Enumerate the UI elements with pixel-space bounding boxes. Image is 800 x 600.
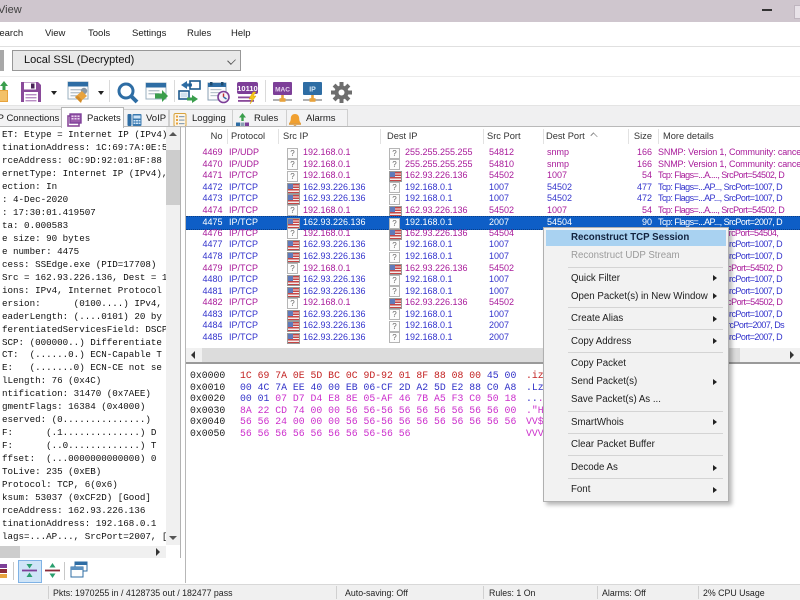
svg-text:10110: 10110	[237, 84, 257, 93]
svg-text:IP: IP	[309, 87, 316, 94]
svg-text:MAC: MAC	[275, 87, 290, 94]
